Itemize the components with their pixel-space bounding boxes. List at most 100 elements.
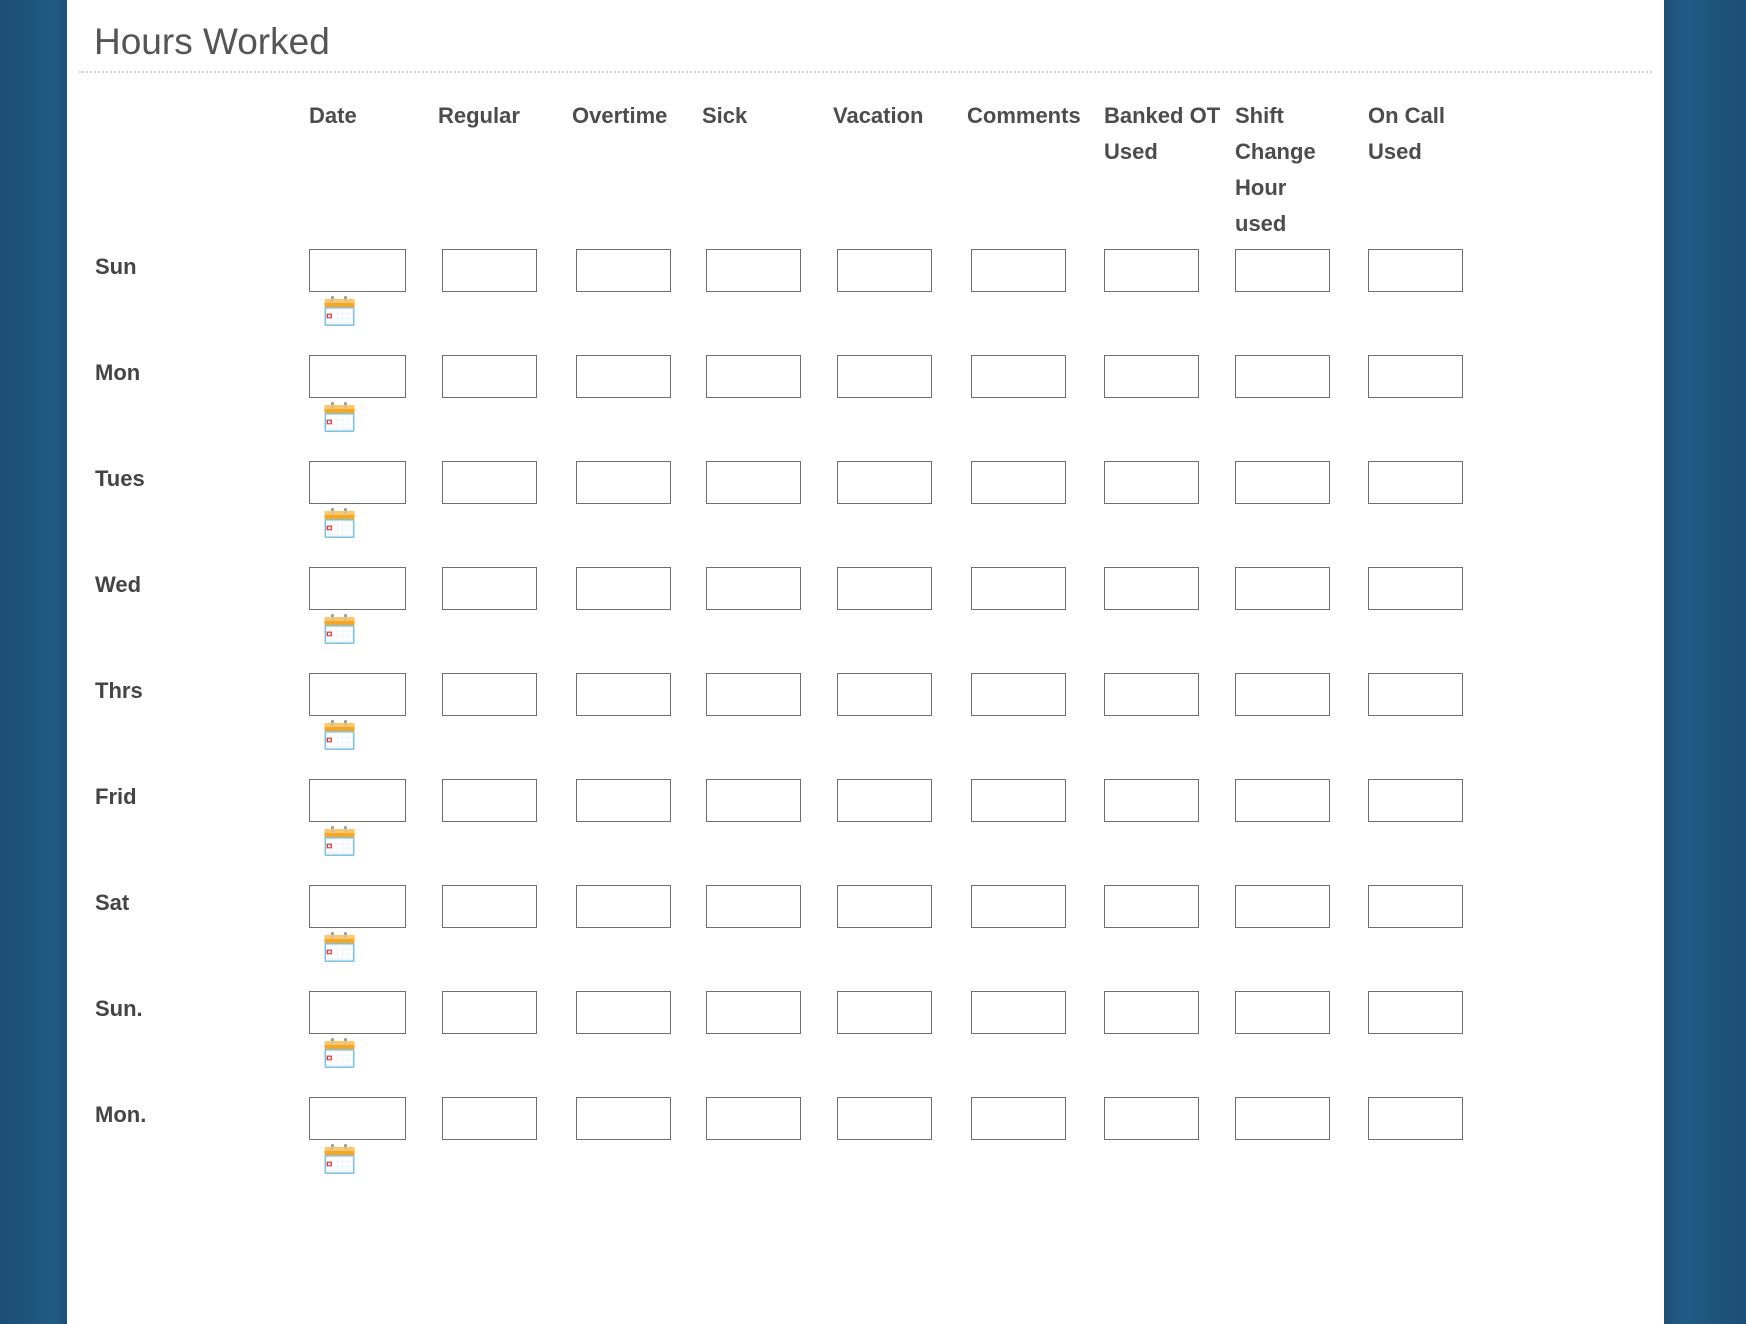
input-sun-sick[interactable] bbox=[706, 249, 801, 292]
input-mon-2-overtime[interactable] bbox=[576, 1097, 671, 1140]
calendar-icon[interactable] bbox=[323, 1038, 356, 1069]
input-tues-banked-ot-used[interactable] bbox=[1104, 461, 1199, 504]
input-thrs-regular[interactable] bbox=[442, 673, 537, 716]
input-wed-shift-change-hour-used[interactable] bbox=[1235, 567, 1330, 610]
cell-frid-banked-ot-used bbox=[1104, 779, 1199, 822]
input-thrs-shift-change-hour-used[interactable] bbox=[1235, 673, 1330, 716]
input-frid-comments[interactable] bbox=[971, 779, 1066, 822]
input-mon-comments[interactable] bbox=[971, 355, 1066, 398]
input-mon-date[interactable] bbox=[309, 355, 406, 398]
input-thrs-vacation[interactable] bbox=[837, 673, 932, 716]
input-thrs-sick[interactable] bbox=[706, 673, 801, 716]
input-mon-2-comments[interactable] bbox=[971, 1097, 1066, 1140]
input-sun-2-on-call-used[interactable] bbox=[1368, 991, 1463, 1034]
input-tues-sick[interactable] bbox=[706, 461, 801, 504]
input-sun-on-call-used[interactable] bbox=[1368, 249, 1463, 292]
input-wed-date[interactable] bbox=[309, 567, 406, 610]
input-sun-2-comments[interactable] bbox=[971, 991, 1066, 1034]
input-tues-vacation[interactable] bbox=[837, 461, 932, 504]
cell-mon-on-call-used bbox=[1368, 355, 1463, 398]
input-sun-2-vacation[interactable] bbox=[837, 991, 932, 1034]
input-sun-2-banked-ot-used[interactable] bbox=[1104, 991, 1199, 1034]
input-frid-date[interactable] bbox=[309, 779, 406, 822]
input-sat-shift-change-hour-used[interactable] bbox=[1235, 885, 1330, 928]
calendar-icon[interactable] bbox=[323, 296, 356, 327]
table-row: Mon bbox=[67, 342, 1664, 448]
input-sat-overtime[interactable] bbox=[576, 885, 671, 928]
input-frid-sick[interactable] bbox=[706, 779, 801, 822]
input-wed-regular[interactable] bbox=[442, 567, 537, 610]
input-wed-on-call-used[interactable] bbox=[1368, 567, 1463, 610]
cell-mon-date bbox=[309, 355, 406, 398]
input-sat-sick[interactable] bbox=[706, 885, 801, 928]
calendar-icon[interactable] bbox=[323, 402, 356, 433]
input-sun-2-sick[interactable] bbox=[706, 991, 801, 1034]
input-sun-vacation[interactable] bbox=[837, 249, 932, 292]
input-frid-on-call-used[interactable] bbox=[1368, 779, 1463, 822]
input-thrs-comments[interactable] bbox=[971, 673, 1066, 716]
input-sun-shift-change-hour-used[interactable] bbox=[1235, 249, 1330, 292]
input-mon-shift-change-hour-used[interactable] bbox=[1235, 355, 1330, 398]
input-thrs-on-call-used[interactable] bbox=[1368, 673, 1463, 716]
input-sat-regular[interactable] bbox=[442, 885, 537, 928]
input-tues-regular[interactable] bbox=[442, 461, 537, 504]
input-wed-overtime[interactable] bbox=[576, 567, 671, 610]
input-mon-2-sick[interactable] bbox=[706, 1097, 801, 1140]
cell-sun-2-comments bbox=[971, 991, 1066, 1034]
input-thrs-banked-ot-used[interactable] bbox=[1104, 673, 1199, 716]
input-tues-comments[interactable] bbox=[971, 461, 1066, 504]
input-sun-comments[interactable] bbox=[971, 249, 1066, 292]
input-sat-on-call-used[interactable] bbox=[1368, 885, 1463, 928]
calendar-icon[interactable] bbox=[323, 720, 356, 751]
input-tues-date[interactable] bbox=[309, 461, 406, 504]
input-mon-banked-ot-used[interactable] bbox=[1104, 355, 1199, 398]
input-tues-shift-change-hour-used[interactable] bbox=[1235, 461, 1330, 504]
input-sun-2-overtime[interactable] bbox=[576, 991, 671, 1034]
input-sun-regular[interactable] bbox=[442, 249, 537, 292]
input-mon-2-on-call-used[interactable] bbox=[1368, 1097, 1463, 1140]
input-sun-2-regular[interactable] bbox=[442, 991, 537, 1034]
table-row: Sun bbox=[67, 236, 1664, 342]
cell-tues-shift-change-hour-used bbox=[1235, 461, 1330, 504]
input-mon-overtime[interactable] bbox=[576, 355, 671, 398]
calendar-icon[interactable] bbox=[323, 614, 356, 645]
input-mon-on-call-used[interactable] bbox=[1368, 355, 1463, 398]
input-sat-vacation[interactable] bbox=[837, 885, 932, 928]
calendar-icon[interactable] bbox=[323, 508, 356, 539]
calendar-icon[interactable] bbox=[323, 932, 356, 963]
cell-sun-2-banked-ot-used bbox=[1104, 991, 1199, 1034]
input-wed-vacation[interactable] bbox=[837, 567, 932, 610]
input-mon-2-banked-ot-used[interactable] bbox=[1104, 1097, 1199, 1140]
calendar-icon[interactable] bbox=[323, 826, 356, 857]
input-frid-overtime[interactable] bbox=[576, 779, 671, 822]
table-row: Wed bbox=[67, 554, 1664, 660]
input-wed-sick[interactable] bbox=[706, 567, 801, 610]
calendar-icon[interactable] bbox=[323, 1144, 356, 1175]
input-sun-date[interactable] bbox=[309, 249, 406, 292]
input-frid-banked-ot-used[interactable] bbox=[1104, 779, 1199, 822]
input-frid-vacation[interactable] bbox=[837, 779, 932, 822]
input-sun-2-date[interactable] bbox=[309, 991, 406, 1034]
input-sun-banked-ot-used[interactable] bbox=[1104, 249, 1199, 292]
input-sun-2-shift-change-hour-used[interactable] bbox=[1235, 991, 1330, 1034]
input-mon-2-regular[interactable] bbox=[442, 1097, 537, 1140]
input-sat-banked-ot-used[interactable] bbox=[1104, 885, 1199, 928]
input-mon-sick[interactable] bbox=[706, 355, 801, 398]
input-mon-regular[interactable] bbox=[442, 355, 537, 398]
input-mon-2-vacation[interactable] bbox=[837, 1097, 932, 1140]
input-wed-comments[interactable] bbox=[971, 567, 1066, 610]
input-frid-regular[interactable] bbox=[442, 779, 537, 822]
input-tues-on-call-used[interactable] bbox=[1368, 461, 1463, 504]
input-mon-vacation[interactable] bbox=[837, 355, 932, 398]
input-thrs-overtime[interactable] bbox=[576, 673, 671, 716]
input-tues-overtime[interactable] bbox=[576, 461, 671, 504]
input-mon-2-shift-change-hour-used[interactable] bbox=[1235, 1097, 1330, 1140]
input-mon-2-date[interactable] bbox=[309, 1097, 406, 1140]
input-thrs-date[interactable] bbox=[309, 673, 406, 716]
input-frid-shift-change-hour-used[interactable] bbox=[1235, 779, 1330, 822]
input-sat-comments[interactable] bbox=[971, 885, 1066, 928]
input-wed-banked-ot-used[interactable] bbox=[1104, 567, 1199, 610]
input-sat-date[interactable] bbox=[309, 885, 406, 928]
cell-wed-on-call-used bbox=[1368, 567, 1463, 610]
input-sun-overtime[interactable] bbox=[576, 249, 671, 292]
